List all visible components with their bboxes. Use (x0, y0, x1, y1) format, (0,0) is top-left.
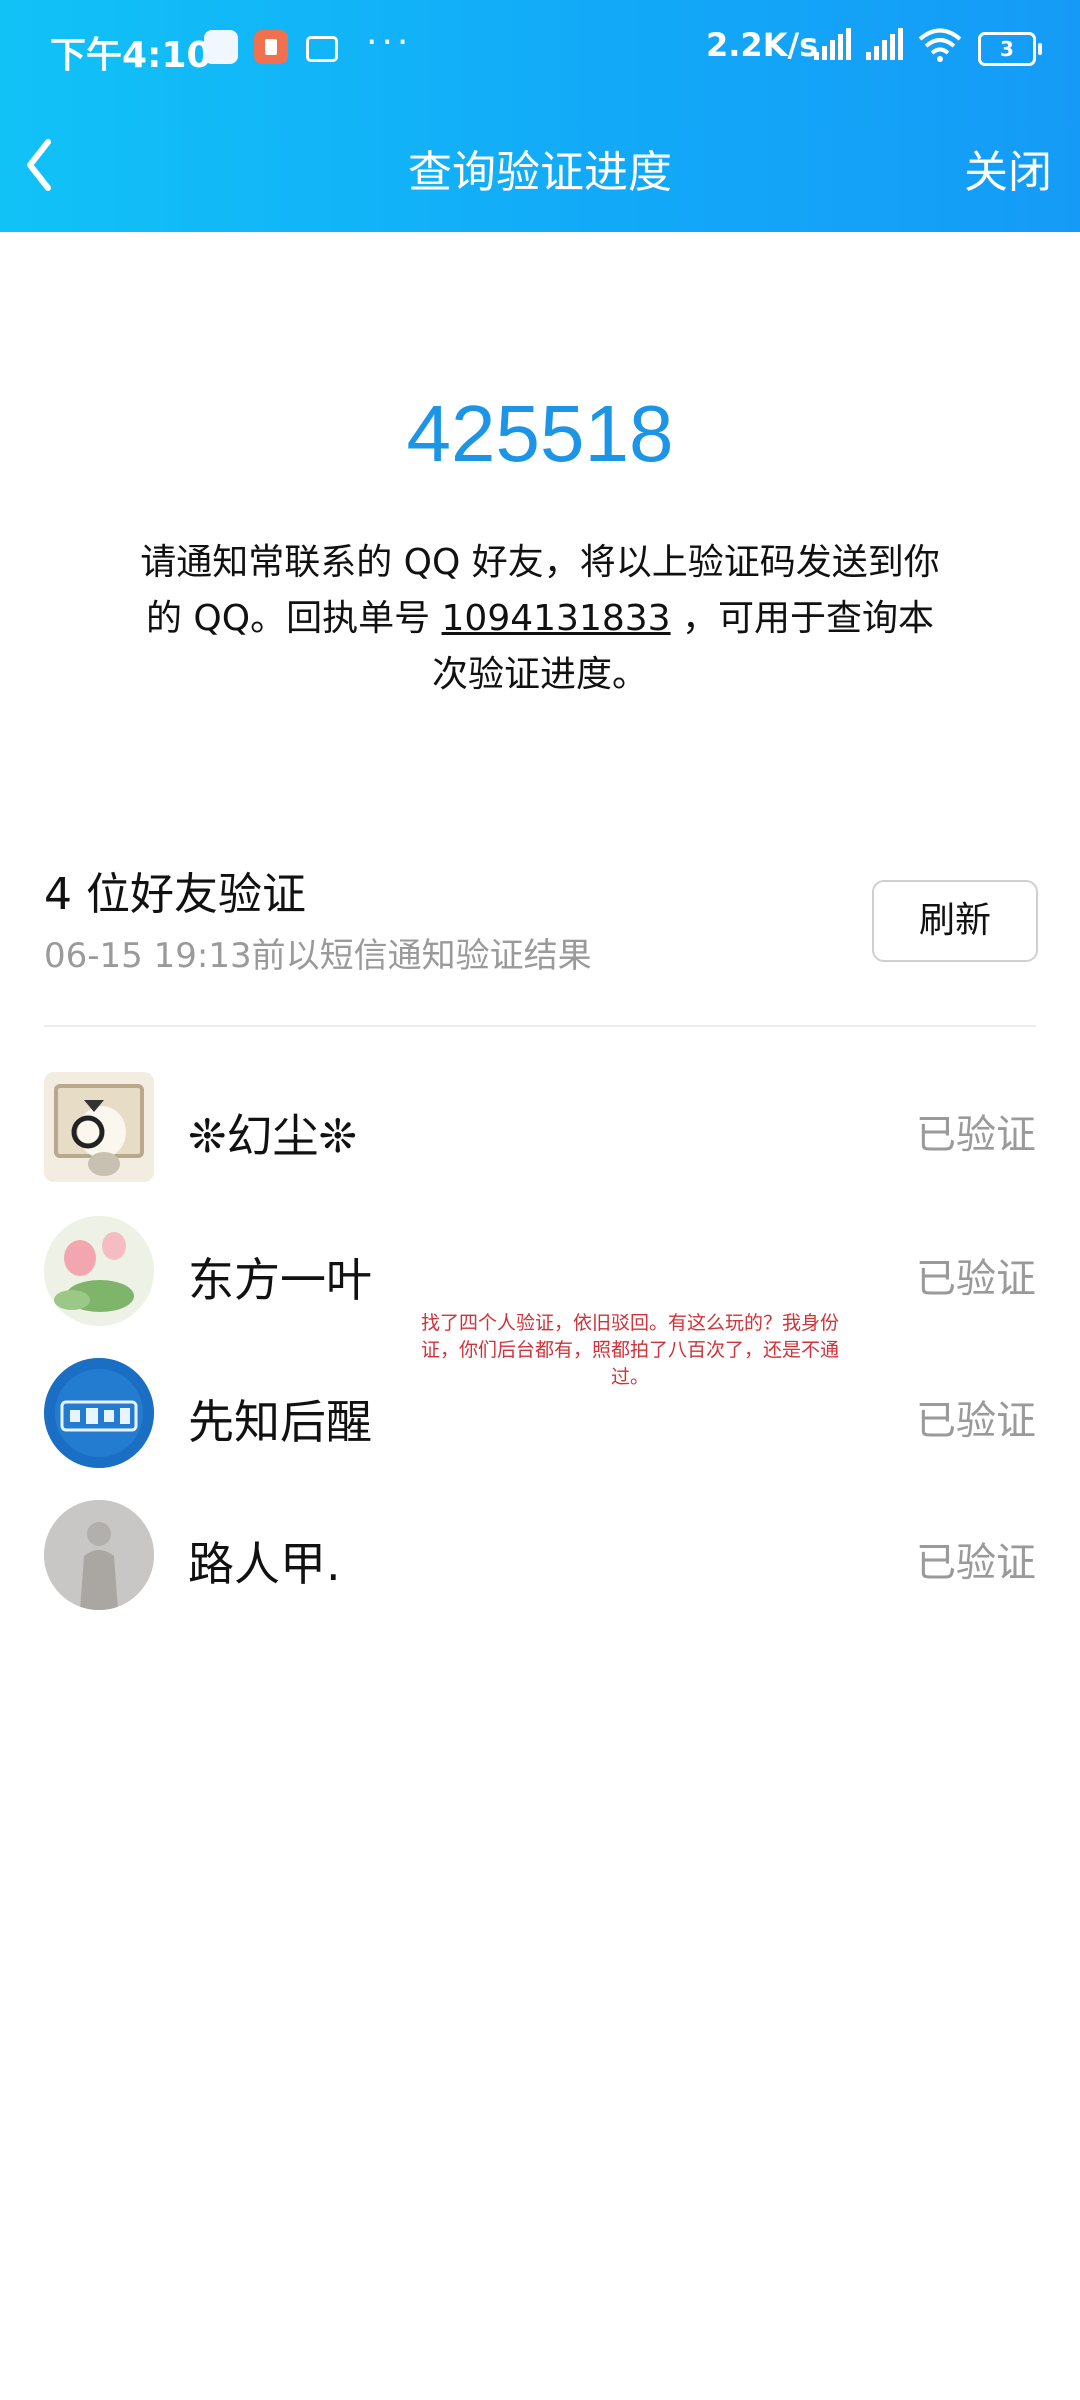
avatar (44, 1072, 154, 1182)
avatar (44, 1216, 154, 1326)
ticket-number[interactable]: 1094131833 (442, 598, 671, 639)
friend-name: 东方一叶 (188, 1253, 372, 1307)
friend-status: 已验证 (916, 1398, 1036, 1444)
friend-status: 已验证 (916, 1540, 1036, 1586)
friend-name: 先知后醒 (188, 1395, 372, 1449)
divider (44, 1025, 1036, 1027)
signal-hd-icon (814, 28, 851, 60)
more-notifications-icon: ··· (366, 22, 413, 63)
friend-name: ❊幻尘❊ (188, 1109, 358, 1163)
avatar (44, 1500, 154, 1610)
app-header: 下午4:10 ··· 2.2K/s 3 查询验证进度 关闭 (0, 0, 1080, 232)
avatar (44, 1358, 154, 1468)
signal-icon (866, 28, 903, 60)
friends-section-subtitle: 06-15 19:13前以短信通知验证结果 (44, 936, 592, 976)
card-notification-icon (306, 36, 338, 62)
friend-name: 路人甲. (188, 1537, 341, 1591)
delete-notification-icon (254, 30, 288, 64)
status-time: 下午4:10 (50, 35, 212, 76)
friend-item: ❊幻尘❊ 已验证 (0, 1072, 1080, 1192)
close-button[interactable]: 关闭 (964, 136, 1052, 200)
battery-icon: 3 (978, 32, 1042, 66)
notification-app-icon (204, 30, 238, 64)
friend-status: 已验证 (916, 1256, 1036, 1302)
network-speed: 2.2K/s (706, 26, 819, 64)
status-bar: 下午4:10 ··· 2.2K/s 3 (0, 0, 1080, 100)
verification-instructions: 请通知常联系的 QQ 好友，将以上验证码发送到你的 QQ。回执单号 109413… (140, 535, 940, 703)
verification-code: 425518 (406, 389, 674, 478)
friends-section-title: 4 位好友验证 (44, 869, 306, 920)
friend-status: 已验证 (916, 1112, 1036, 1158)
wifi-icon (918, 28, 962, 62)
refresh-button[interactable]: 刷新 (872, 880, 1038, 962)
friend-item: 路人甲. 已验证 (0, 1500, 1080, 1620)
user-annotation: 找了四个人验证，依旧驳回。有这么玩的？我身份证，你们后台都有，照都拍了八百次了，… (420, 1312, 839, 1388)
page-title: 查询验证进度 (408, 147, 672, 198)
